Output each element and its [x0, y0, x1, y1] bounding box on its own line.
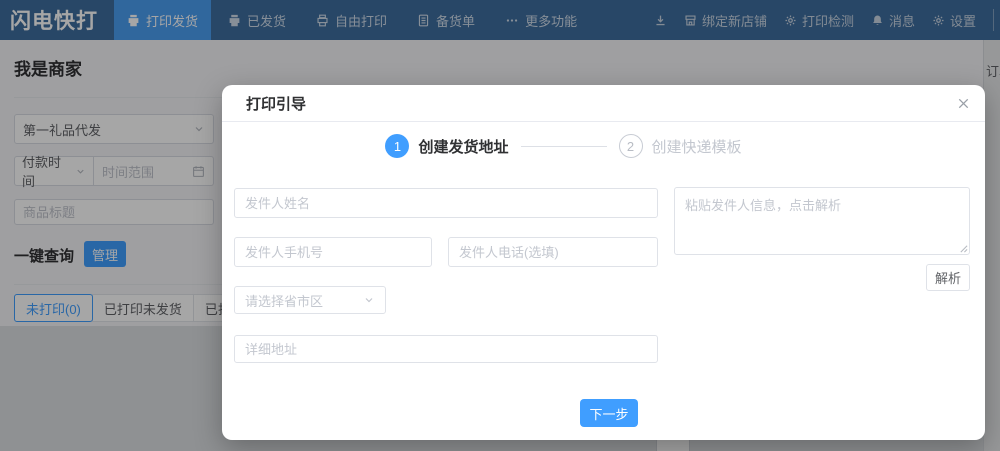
- dialog-header: 打印引导: [222, 85, 985, 122]
- sender-mobile-input[interactable]: [234, 237, 432, 267]
- sender-phone-input[interactable]: [448, 237, 658, 267]
- close-icon[interactable]: [956, 96, 971, 111]
- step-2-label: 创建快递模板: [651, 138, 742, 156]
- app-window: 闪电快打 打印发货 已发货 自由打印 备货单 更多功能 绑定新店铺 打印检测 消…: [0, 0, 1000, 451]
- paste-info-wrapper: [674, 187, 970, 255]
- region-select[interactable]: 请选择省市区: [234, 286, 386, 314]
- step-1-label: 创建发货地址: [418, 138, 509, 156]
- parse-button[interactable]: 解析: [926, 264, 970, 291]
- resize-grip-icon[interactable]: [959, 244, 968, 253]
- region-select-placeholder: 请选择省市区: [245, 293, 324, 309]
- step-2-circle: 2: [618, 134, 643, 158]
- paste-info-textarea[interactable]: [674, 187, 970, 255]
- step-connector: [520, 145, 607, 147]
- detail-address-input[interactable]: [234, 335, 658, 363]
- step-1-circle: 1: [385, 134, 410, 158]
- dialog-title: 打印引导: [246, 95, 307, 113]
- next-step-button[interactable]: 下一步: [580, 399, 638, 427]
- steps-indicator: 1 创建发货地址 2 创建快递模板: [222, 134, 905, 158]
- sender-name-input[interactable]: [234, 188, 658, 218]
- chevron-down-icon: [363, 294, 375, 306]
- print-guide-dialog: 打印引导 1 创建发货地址 2 创建快递模板 请选择省市区: [222, 85, 985, 440]
